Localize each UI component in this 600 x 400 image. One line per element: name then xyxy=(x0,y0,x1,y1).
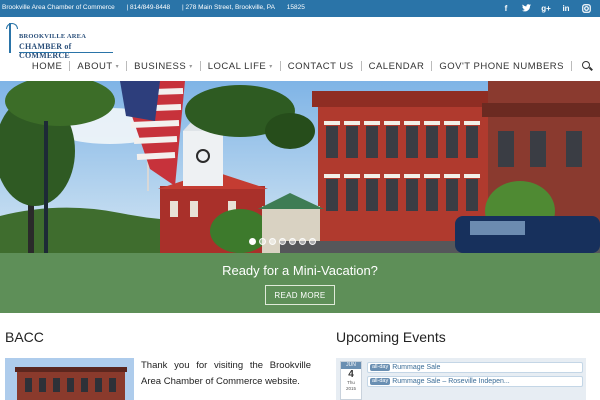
google-plus-icon[interactable]: g+ xyxy=(540,2,552,14)
all-day-badge: all-day xyxy=(370,364,391,371)
site-header: BROOKVILLE AREA CHAMBER of COMMERCE HOME… xyxy=(0,17,600,81)
banner-title: Ready for a Mini-Vacation? xyxy=(222,263,378,278)
nav-calendar[interactable]: CALENDAR xyxy=(369,61,425,72)
slider-dot[interactable] xyxy=(279,238,286,245)
promo-banner: Ready for a Mini-Vacation? READ MORE xyxy=(0,253,600,313)
nav-about[interactable]: ABOUT ▾ xyxy=(77,61,119,72)
bacc-heading: BACC xyxy=(5,329,44,345)
slider-dot[interactable] xyxy=(259,238,266,245)
slider-dots xyxy=(249,238,316,245)
events-calendar: JUN 4 Thu 2015 all-day Rummage Sale all-… xyxy=(336,358,586,400)
slider-dot[interactable] xyxy=(289,238,296,245)
slider-dot[interactable] xyxy=(299,238,306,245)
nav-home[interactable]: HOME xyxy=(32,61,63,72)
event-year: 2015 xyxy=(345,386,356,391)
phone-number: | 814/849-8448 xyxy=(126,4,171,11)
top-bar: Brookville Area Chamber of Commerce | 81… xyxy=(0,0,600,17)
nav-govt-phone-numbers[interactable]: GOV'T PHONE NUMBERS xyxy=(439,61,564,72)
event-label: Rummage Sale xyxy=(392,364,441,371)
main-nav: HOME ABOUT ▾ BUSINESS ▾ LOCAL LIFE ▾ CONTAC… xyxy=(32,58,592,74)
nav-local-life[interactable]: LOCAL LIFE ▾ xyxy=(208,61,273,72)
all-day-badge: all-day xyxy=(370,378,391,385)
social-links: f g+ in xyxy=(500,2,592,14)
hero-slider xyxy=(0,81,600,253)
hero-image xyxy=(0,81,600,253)
nav-contact-us[interactable]: CONTACT US xyxy=(288,61,354,72)
upcoming-events-heading: Upcoming Events xyxy=(336,329,446,345)
building-photo xyxy=(5,358,134,400)
chevron-down-icon: ▾ xyxy=(189,63,193,70)
search-icon[interactable] xyxy=(582,61,592,71)
chevron-down-icon: ▾ xyxy=(115,63,120,70)
event-label: Rummage Sale – Roseville Indepen... xyxy=(392,378,510,385)
facebook-icon[interactable]: f xyxy=(500,2,512,14)
twitter-icon[interactable] xyxy=(520,2,532,14)
event-date: JUN 4 Thu 2015 xyxy=(340,361,362,400)
welcome-text: Thank you for visiting the Brookville Ar… xyxy=(141,360,311,387)
nav-business[interactable]: BUSINESS ▾ xyxy=(134,61,193,72)
logo-line-1: BROOKVILLE AREA xyxy=(19,33,87,40)
chevron-down-icon: ▾ xyxy=(269,63,273,70)
slider-dot[interactable] xyxy=(269,238,276,245)
slider-dot[interactable] xyxy=(249,238,256,245)
zip-code: 15825 xyxy=(286,4,305,11)
org-name: Brookville Area Chamber of Commerce xyxy=(2,4,115,11)
event-item[interactable]: all-day Rummage Sale xyxy=(367,362,583,373)
address: | 278 Main Street, Brookville, PA xyxy=(181,4,275,11)
slider-dot[interactable] xyxy=(309,238,316,245)
site-logo[interactable]: BROOKVILLE AREA CHAMBER of COMMERCE xyxy=(5,23,115,60)
contact-info: Brookville Area Chamber of Commerce | 81… xyxy=(2,4,315,11)
linkedin-icon[interactable]: in xyxy=(560,2,572,14)
event-month: JUN xyxy=(341,362,361,369)
read-more-button[interactable]: READ MORE xyxy=(265,285,335,305)
event-day: 4 xyxy=(348,369,354,380)
event-item[interactable]: all-day Rummage Sale – Roseville Indepen… xyxy=(367,376,583,387)
instagram-icon[interactable] xyxy=(580,2,592,14)
